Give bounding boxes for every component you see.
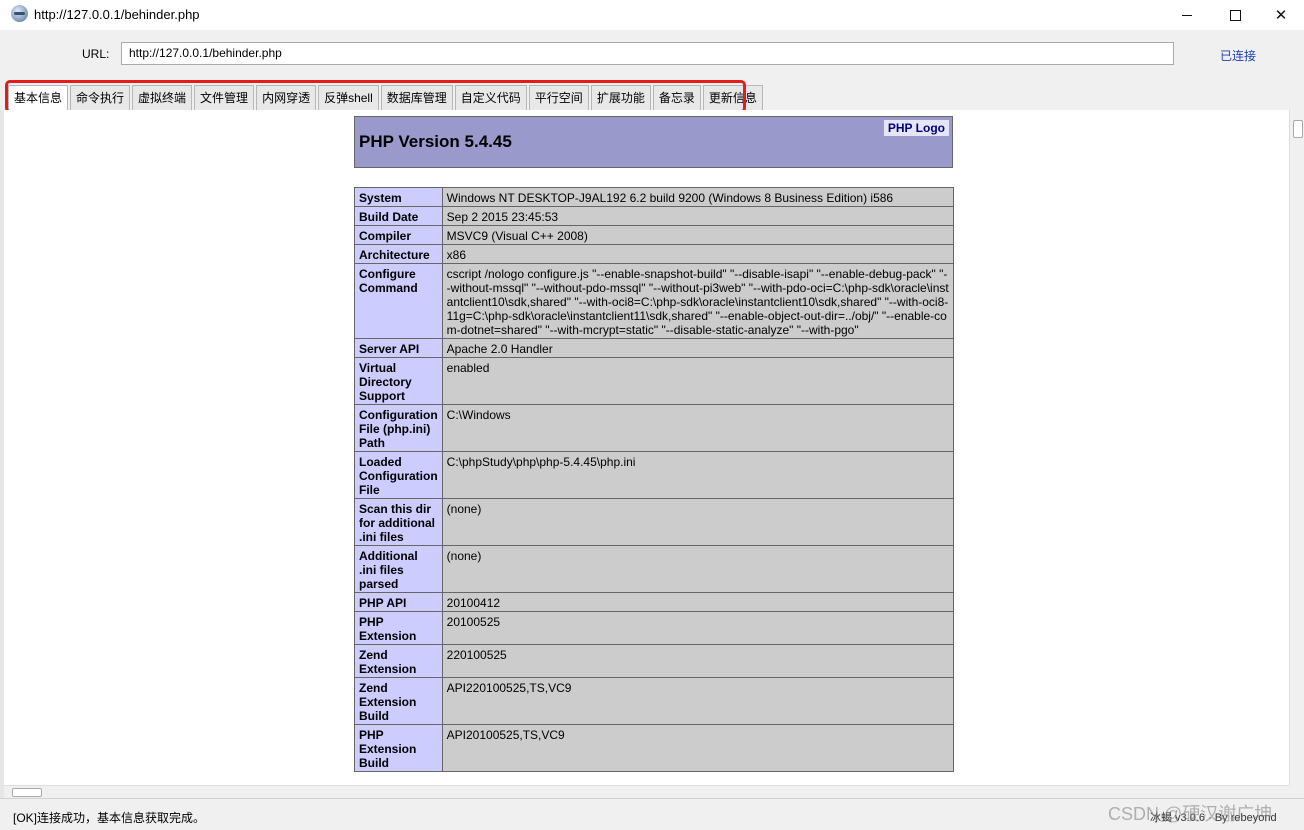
row-key: Build Date [354, 206, 443, 226]
close-icon: ✕ [1274, 7, 1288, 24]
row-key: PHP Extension [354, 611, 443, 645]
url-label: URL: [82, 47, 110, 61]
url-input[interactable] [121, 42, 1174, 65]
phpinfo-viewport: PHP Version 5.4.45 PHP Logo System Window… [4, 110, 1289, 785]
tab-extensions[interactable]: 扩展功能 [590, 85, 651, 110]
row-value: (none) [441, 498, 955, 546]
tab-basic-info[interactable]: 基本信息 [8, 85, 69, 110]
horizontal-scrollbar[interactable] [4, 785, 1289, 799]
row-key: Zend Extension Build [354, 677, 443, 725]
table-row: Compiler MSVC9 (Visual C++ 2008) [354, 225, 955, 245]
row-key: PHP API [354, 592, 443, 612]
tab-parallel-space[interactable]: 平行空间 [528, 85, 589, 110]
table-row: Loaded Configuration File C:\phpStudy\php… [354, 451, 955, 499]
maximize-button[interactable] [1212, 0, 1258, 30]
row-key: Zend Extension [354, 644, 443, 678]
row-value: x86 [441, 244, 955, 264]
table-row: PHP Extension 20100525 [354, 611, 955, 645]
row-key: System [354, 187, 443, 207]
row-key: Server API [354, 338, 443, 358]
table-row: Configuration File (php.ini) Path C:\Wind… [354, 404, 955, 452]
tab-update-info[interactable]: 更新信息 [702, 85, 763, 110]
row-value: API20100525,TS,VC9 [441, 724, 955, 772]
tab-virtual-terminal[interactable]: 虚拟终端 [132, 85, 193, 110]
row-value: 220100525 [441, 644, 955, 678]
app-logo-icon [11, 5, 28, 22]
tab-bar: 基本信息 命令执行 虚拟终端 文件管理 内网穿透 反弹shell 数据库管理 自… [8, 84, 765, 110]
tab-command-exec[interactable]: 命令执行 [70, 85, 131, 110]
row-value: (none) [441, 545, 955, 593]
row-value: 20100412 [441, 592, 955, 612]
table-row: Additional .ini files parsed (none) [354, 545, 955, 593]
table-row: Server API Apache 2.0 Handler [354, 338, 955, 358]
watermark: CSDN @硬汉谢广坤 [1108, 804, 1273, 824]
connection-status: 已连接 [1220, 49, 1257, 63]
row-key: Architecture [354, 244, 443, 264]
table-row: Zend Extension 220100525 [354, 644, 955, 678]
row-value: C:\Windows [441, 404, 955, 452]
vertical-scrollbar[interactable] [1289, 110, 1304, 785]
status-message: [OK]连接成功，基本信息获取完成。 [13, 811, 206, 825]
maximize-icon [1229, 9, 1241, 21]
tab-custom-code[interactable]: 自定义代码 [454, 85, 527, 110]
row-key: Additional .ini files parsed [354, 545, 443, 593]
table-row: Architecture x86 [354, 244, 955, 264]
table-row: Configure Command cscript /nologo configu… [354, 263, 955, 339]
table-row: Build Date Sep 2 2015 23:45:53 [354, 206, 955, 226]
horizontal-scroll-thumb[interactable] [12, 788, 42, 797]
window-title: http://127.0.0.1/behinder.php [34, 7, 200, 22]
row-key: Compiler [354, 225, 443, 245]
tab-reverse-shell[interactable]: 反弹shell [318, 85, 379, 110]
vertical-scroll-thumb[interactable] [1293, 120, 1303, 138]
row-key: Virtual Directory Support [354, 357, 443, 405]
row-value: API220100525,TS,VC9 [441, 677, 955, 725]
row-value: MSVC9 (Visual C++ 2008) [441, 225, 955, 245]
minimize-icon [1182, 14, 1192, 16]
row-value: cscript /nologo configure.js "--enable-s… [441, 263, 955, 339]
row-key: PHP Extension Build [354, 724, 443, 772]
tab-intranet-tunnel[interactable]: 内网穿透 [256, 85, 317, 110]
row-value: Windows NT DESKTOP-J9AL192 6.2 build 920… [441, 187, 955, 207]
status-bar: [OK]连接成功，基本信息获取完成。 冰蝎 v3.0.6 · By rebeyo… [0, 798, 1304, 830]
table-row: Zend Extension Build API220100525,TS,VC9 [354, 677, 955, 725]
php-version-header: PHP Version 5.4.45 PHP Logo [354, 116, 953, 168]
row-value: C:\phpStudy\php\php-5.4.45\php.ini [441, 451, 955, 499]
tab-memo[interactable]: 备忘录 [652, 85, 701, 110]
row-value: 20100525 [441, 611, 955, 645]
row-key: Scan this dir for additional .ini files [354, 498, 443, 546]
minimize-button[interactable] [1164, 0, 1210, 30]
row-key: Configure Command [354, 263, 443, 339]
row-value: enabled [441, 357, 955, 405]
php-version-title: PHP Version 5.4.45 [359, 132, 512, 151]
row-value: Apache 2.0 Handler [441, 338, 955, 358]
row-key: Loaded Configuration File [354, 451, 443, 499]
table-row: System Windows NT DESKTOP-J9AL192 6.2 bui… [354, 187, 955, 207]
table-row: Virtual Directory Support enabled [354, 357, 955, 405]
phpinfo-table: System Windows NT DESKTOP-J9AL192 6.2 bui… [354, 187, 955, 772]
title-bar: http://127.0.0.1/behinder.php ✕ [0, 0, 1304, 30]
tab-database-manager[interactable]: 数据库管理 [380, 85, 453, 110]
url-row: URL: 已连接 [0, 30, 1304, 80]
table-row: Scan this dir for additional .ini files(… [354, 498, 955, 546]
row-value: Sep 2 2015 23:45:53 [441, 206, 955, 226]
tab-file-manager[interactable]: 文件管理 [194, 85, 255, 110]
table-row: PHP Extension Build API20100525,TS,VC9 [354, 724, 955, 772]
php-logo: PHP Logo [883, 120, 949, 136]
close-button[interactable]: ✕ [1258, 0, 1304, 30]
table-row: PHP API 20100412 [354, 592, 955, 612]
row-key: Configuration File (php.ini) Path [354, 404, 443, 452]
